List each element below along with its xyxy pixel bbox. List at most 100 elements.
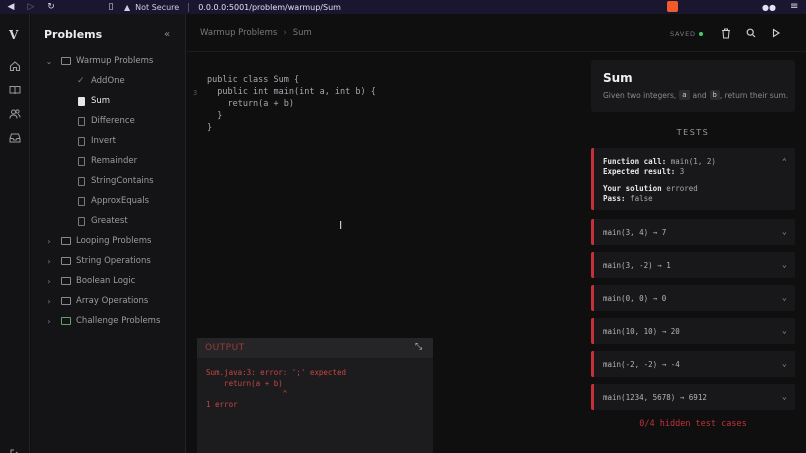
code-line: public class Sum { [187, 55, 299, 85]
call-value: main(1, 2) [670, 157, 716, 166]
file-icon [78, 216, 85, 226]
tree-label: Sum [91, 96, 111, 106]
test-case[interactable]: main(-2, -2) → -4 ⌄ [591, 351, 795, 377]
folder-array-operations[interactable]: › Array Operations [31, 291, 186, 311]
app-rail: V [0, 14, 30, 453]
folder-icon [61, 317, 71, 325]
folder-icon [61, 297, 71, 305]
test-case[interactable]: main(10, 10) → 20 ⌄ [591, 318, 795, 344]
saved-label: SAVED [670, 30, 696, 38]
folder-challenge-problems[interactable]: › Challenge Problems [31, 311, 186, 331]
browser-menu-icon[interactable]: ≡ [790, 1, 798, 12]
solution-value: errored [666, 184, 698, 193]
file-icon [78, 116, 85, 126]
problem-stringcontains[interactable]: StringContains [31, 171, 186, 191]
pass-label: Pass: [603, 194, 626, 203]
problem-description: Sum Given two integers, a and b , return… [591, 60, 795, 112]
bookmark-icon[interactable]: ▯ [106, 2, 116, 12]
hidden-tests-status: 0/4 hidden test cases [639, 419, 747, 429]
search-icon[interactable] [745, 27, 757, 39]
users-icon[interactable] [7, 106, 23, 122]
pass-value: false [630, 194, 653, 203]
logout-icon[interactable] [7, 446, 23, 453]
folder-boolean-logic[interactable]: › Boolean Logic [31, 271, 186, 291]
test-case[interactable]: main(0, 0) → 0 ⌄ [591, 285, 795, 311]
editor-header: Warmup Problems › Sum SAVED [187, 14, 806, 52]
problem-invert[interactable]: Invert [31, 131, 186, 151]
address-bar[interactable]: ▲ Not Secure 0.0.0.0:5001/problem/warmup… [124, 2, 341, 12]
tree-label: Looping Problems [76, 236, 152, 246]
tests-heading: TESTS [676, 128, 710, 137]
status-dot [698, 32, 703, 36]
problem-sum[interactable]: Sum [31, 91, 186, 111]
test-case-label: main(0, 0) → 0 [603, 294, 667, 303]
problem-text: Given two integers, a and b , return the… [603, 90, 788, 100]
extension-icon[interactable]: ●● [762, 3, 776, 12]
text-cursor-icon: I [339, 219, 343, 232]
code-text: } [207, 123, 213, 133]
tree-label: Invert [91, 136, 116, 146]
code-editor[interactable]: public class Sum { public int main(int a… [187, 52, 587, 342]
file-icon [78, 176, 85, 186]
test-case-label: main(-2, -2) → -4 [603, 360, 680, 369]
file-icon [78, 196, 85, 206]
tree-label: Greatest [91, 216, 128, 226]
pass-line: Pass: false [603, 194, 653, 203]
problem-addone[interactable]: ✓ AddOne [31, 71, 186, 91]
param-a: a [679, 90, 690, 100]
test-case[interactable]: main(3, 4) → 7 ⌄ [591, 219, 795, 245]
reload-icon[interactable]: ↻ [46, 2, 56, 12]
output-panel: OUTPUT ⤡ Sum.java:3: error: ';' expected… [197, 338, 433, 453]
trash-icon[interactable] [720, 27, 732, 39]
test-case-label: main(3, -2) → 1 [603, 261, 671, 270]
tree-label: Boolean Logic [76, 276, 136, 286]
folder-icon [61, 257, 71, 265]
problem-difference[interactable]: Difference [31, 111, 186, 131]
test-case[interactable]: main(3, -2) → 1 ⌄ [591, 252, 795, 278]
function-call-line: Function call: main(1, 2) [603, 157, 716, 166]
desc-text: , return their sum. [719, 90, 789, 100]
test-case-expanded[interactable]: Function call: main(1, 2) Expected resul… [591, 148, 795, 210]
run-icon[interactable] [770, 27, 782, 39]
inbox-icon[interactable] [7, 130, 23, 146]
folder-string-operations[interactable]: › String Operations [31, 251, 186, 271]
chevron-right-icon: › [47, 276, 51, 286]
test-case[interactable]: main(1234, 5678) → 6912 ⌄ [591, 384, 795, 410]
chevron-down-icon: ⌄ [782, 392, 787, 401]
url-text[interactable]: 0.0.0.0:5001/problem/warmup/Sum [198, 3, 341, 12]
breadcrumb-item[interactable]: Warmup Problems [200, 28, 277, 38]
breadcrumb: Warmup Problems › Sum [200, 28, 312, 38]
file-icon [78, 136, 85, 146]
folder-looping-problems[interactable]: › Looping Problems [31, 231, 186, 251]
file-icon [78, 96, 85, 106]
solution-label: Your solution [603, 184, 662, 193]
collapse-sidebar-icon[interactable]: « [164, 29, 170, 40]
security-status: Not Secure [135, 2, 180, 12]
browser-toolbar: ◀ ▷ ↻ ▯ ▲ Not Secure 0.0.0.0:5001/proble… [0, 0, 806, 14]
problem-remainder[interactable]: Remainder [31, 151, 186, 171]
book-icon[interactable] [7, 82, 23, 98]
code-line: public int main(int a, int b) { [187, 67, 376, 97]
chevron-down-icon: ⌄ [782, 359, 787, 368]
saved-status: SAVED [670, 30, 703, 38]
sidebar-title: Problems [44, 28, 103, 41]
app-logo[interactable]: V [9, 28, 18, 42]
folder-warmup-problems[interactable]: ⌄ Warmup Problems [31, 51, 186, 71]
tree-label: AddOne [91, 76, 125, 86]
home-icon[interactable] [7, 58, 23, 74]
problem-greatest[interactable]: Greatest [31, 211, 186, 231]
brave-shield-icon[interactable] [667, 1, 678, 12]
forward-icon[interactable]: ▷ [26, 2, 36, 12]
chevron-down-icon: ⌄ [782, 260, 787, 269]
back-icon[interactable]: ◀ [6, 2, 16, 12]
code-text: public class Sum { [207, 75, 300, 85]
chevron-right-icon: › [47, 256, 51, 266]
collapse-icon[interactable]: ⤡ [415, 342, 422, 352]
folder-icon [61, 277, 71, 285]
tree-label: StringContains [91, 176, 154, 186]
code-text: return(a + b) [207, 99, 294, 109]
tree-label: Difference [91, 116, 135, 126]
code-text: public int main(int a, int b) { [207, 87, 376, 97]
chevron-up-icon[interactable]: ⌃ [782, 157, 787, 166]
problem-approxequals[interactable]: ApproxEquals [31, 191, 186, 211]
